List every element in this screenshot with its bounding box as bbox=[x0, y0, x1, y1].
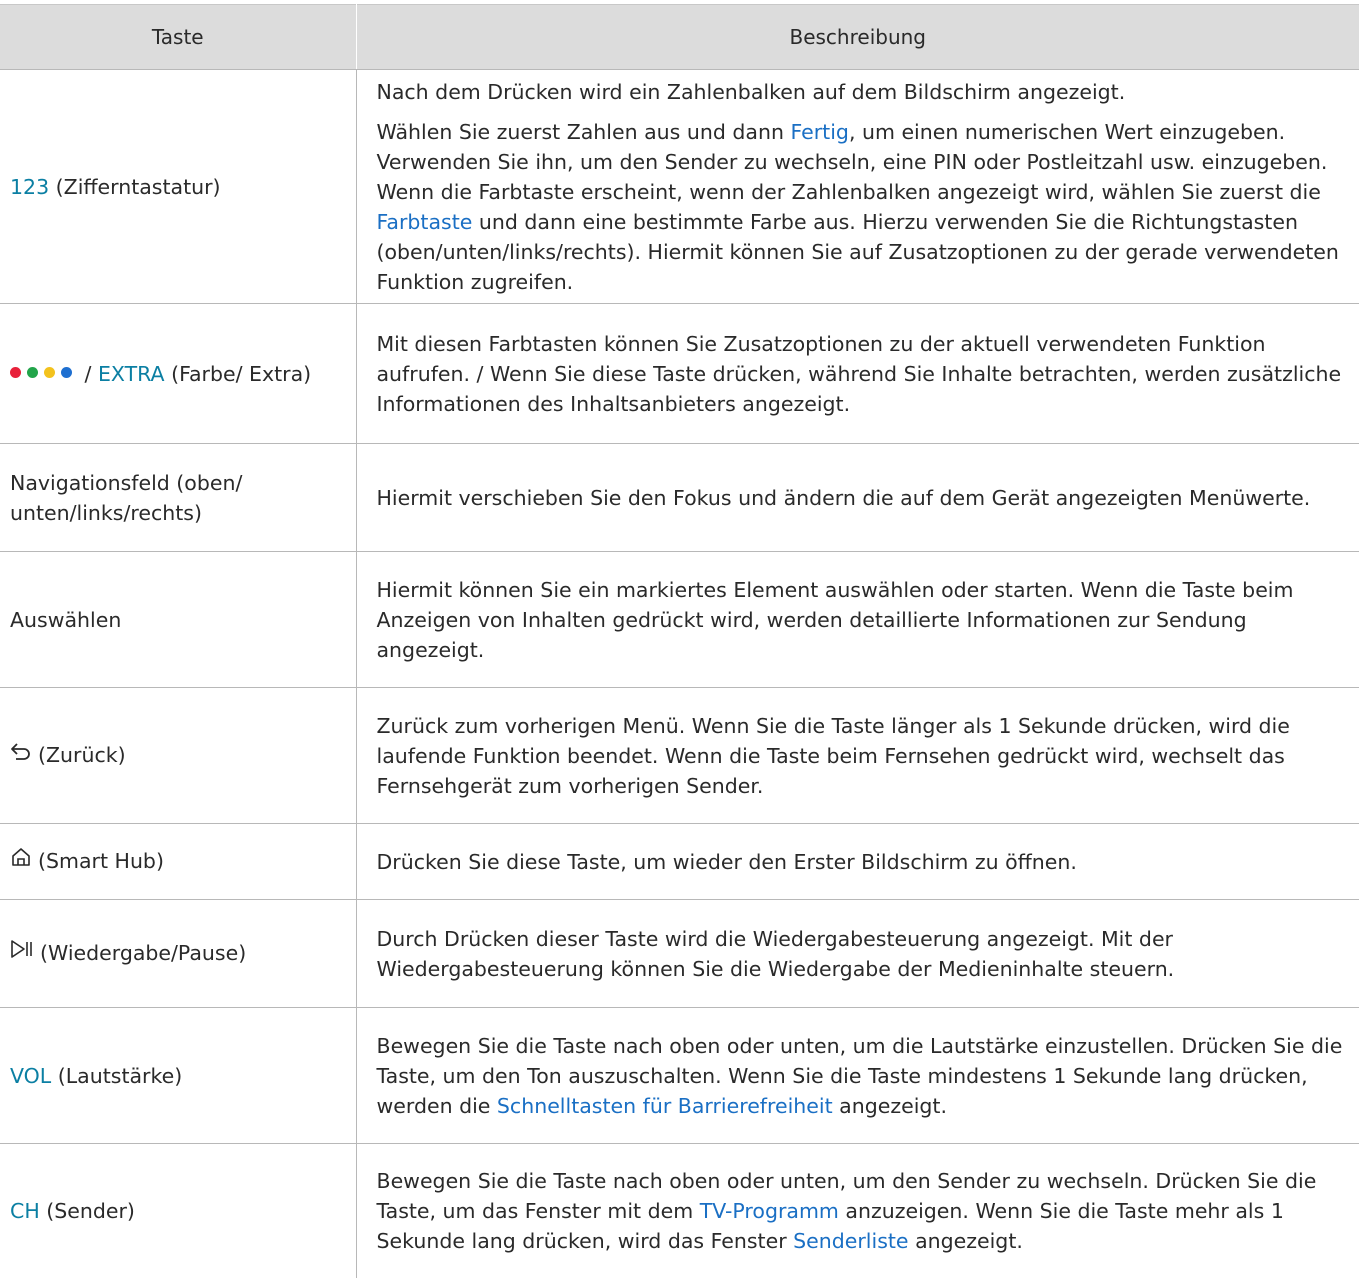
key-label: (Zurück) bbox=[38, 743, 126, 767]
link-fertig[interactable]: Fertig bbox=[790, 120, 848, 144]
description-text: Wählen Sie zuerst Zahlen aus und dann Fe… bbox=[377, 117, 1346, 297]
table-row: 123 (Zifferntastatur) Nach dem Drücken w… bbox=[0, 69, 1359, 304]
button-reference-table: Taste Beschreibung 123 (Zifferntastatur)… bbox=[0, 4, 1359, 1278]
key-label: Navigationsfeld (oben/ unten/links/recht… bbox=[10, 470, 243, 525]
description-text: Durch Drücken dieser Taste wird die Wied… bbox=[376, 926, 1175, 981]
blue-dot-icon bbox=[61, 367, 72, 378]
key-cell: CH (Sender) bbox=[0, 1143, 357, 1278]
key-cell: Navigationsfeld (oben/ unten/links/recht… bbox=[0, 443, 357, 552]
key-label: (Farbe/ Extra) bbox=[164, 361, 312, 386]
text-segment: und dann eine bestimmte Farbe aus. Hierz… bbox=[376, 209, 1339, 294]
header-description: Beschreibung bbox=[356, 4, 1359, 70]
key-label: (Lautstärke) bbox=[51, 1063, 183, 1088]
table-row: VOL (Lautstärke) Bewegen Sie die Taste n… bbox=[0, 1007, 1359, 1144]
description-cell: Zurück zum vorherigen Menü. Wenn Sie die… bbox=[356, 687, 1359, 824]
text-segment: Wählen Sie zuerst Zahlen aus und dann bbox=[376, 119, 791, 144]
description-cell: Hiermit können Sie ein markiertes Elemen… bbox=[356, 551, 1359, 688]
key-name: VOL bbox=[10, 1063, 52, 1088]
description-cell: Hiermit verschieben Sie den Fokus und än… bbox=[356, 443, 1359, 552]
key-label: (Sender) bbox=[39, 1198, 135, 1223]
key-label: (Zifferntastatur) bbox=[49, 174, 221, 199]
key-cell: (Wiedergabe/Pause) bbox=[0, 899, 357, 1008]
key-name: CH bbox=[10, 1198, 40, 1223]
green-dot-icon bbox=[27, 367, 38, 378]
description-text: Nach dem Drücken wird ein Zahlenbalken a… bbox=[376, 79, 1126, 104]
description-text: Bewegen Sie die Taste nach oben oder unt… bbox=[377, 1166, 1346, 1256]
key-cell: Auswählen bbox=[0, 551, 357, 688]
key-cell: / EXTRA (Farbe/ Extra) bbox=[0, 303, 357, 444]
key-cell: (Zurück) bbox=[0, 687, 357, 824]
description-text: Hiermit verschieben Sie den Fokus und än… bbox=[376, 485, 1311, 510]
red-dot-icon bbox=[10, 367, 21, 378]
key-cell: (Smart Hub) bbox=[0, 823, 357, 900]
back-arrow-icon bbox=[10, 739, 32, 769]
description-cell: Mit diesen Farbtasten können Sie Zusatzo… bbox=[356, 303, 1359, 444]
link-senderliste[interactable]: Senderliste bbox=[793, 1229, 908, 1253]
description-cell: Nach dem Drücken wird ein Zahlenbalken a… bbox=[356, 69, 1359, 304]
key-label: (Wiedergabe/Pause) bbox=[40, 941, 247, 965]
table-header-row: Taste Beschreibung bbox=[0, 4, 1359, 70]
button-reference-table-container: Taste Beschreibung 123 (Zifferntastatur)… bbox=[0, 4, 1359, 1278]
key-name: 123 bbox=[10, 174, 50, 199]
table-row: Navigationsfeld (oben/ unten/links/recht… bbox=[0, 443, 1359, 552]
description-cell: Bewegen Sie die Taste nach oben oder unt… bbox=[356, 1007, 1359, 1144]
description-text: Hiermit können Sie ein markiertes Elemen… bbox=[376, 577, 1294, 662]
description-text: Mit diesen Farbtasten können Sie Zusatzo… bbox=[376, 331, 1342, 416]
description-text: Bewegen Sie die Taste nach oben oder unt… bbox=[377, 1031, 1346, 1121]
link-schnelltasten-barrierefreiheit[interactable]: Schnelltasten für Barrierefreiheit bbox=[497, 1094, 833, 1118]
description-cell: Drücken Sie diese Taste, um wieder den E… bbox=[356, 823, 1359, 900]
text-segment: angezeigt. bbox=[832, 1093, 947, 1118]
table-row: / EXTRA (Farbe/ Extra) Mit diesen Farbta… bbox=[0, 303, 1359, 444]
description-text: Drücken Sie diese Taste, um wieder den E… bbox=[376, 849, 1077, 874]
description-cell: Durch Drücken dieser Taste wird die Wied… bbox=[356, 899, 1359, 1008]
link-tv-programm[interactable]: TV-Programm bbox=[700, 1199, 839, 1223]
table-row: CH (Sender) Bewegen Sie die Taste nach o… bbox=[0, 1143, 1359, 1278]
description-text: Zurück zum vorherigen Menü. Wenn Sie die… bbox=[376, 713, 1290, 798]
table-row: Auswählen Hiermit können Sie ein markier… bbox=[0, 551, 1359, 688]
yellow-dot-icon bbox=[44, 367, 55, 378]
play-pause-icon bbox=[10, 937, 34, 967]
key-label: (Smart Hub) bbox=[38, 849, 164, 873]
link-farbtaste[interactable]: Farbtaste bbox=[377, 210, 473, 234]
text-segment: angezeigt. bbox=[908, 1228, 1023, 1253]
key-name: EXTRA bbox=[97, 361, 165, 386]
home-icon bbox=[10, 845, 32, 875]
key-cell: VOL (Lautstärke) bbox=[0, 1007, 357, 1144]
table-row: (Wiedergabe/Pause) Durch Drücken dieser … bbox=[0, 899, 1359, 1008]
key-label: Auswählen bbox=[10, 607, 122, 632]
key-separator: / bbox=[78, 361, 98, 386]
header-key: Taste bbox=[0, 4, 357, 70]
table-row: (Zurück) Zurück zum vorherigen Menü. Wen… bbox=[0, 687, 1359, 824]
table-row: (Smart Hub) Drücken Sie diese Taste, um … bbox=[0, 823, 1359, 900]
description-cell: Bewegen Sie die Taste nach oben oder unt… bbox=[356, 1144, 1359, 1278]
key-cell: 123 (Zifferntastatur) bbox=[0, 69, 357, 304]
